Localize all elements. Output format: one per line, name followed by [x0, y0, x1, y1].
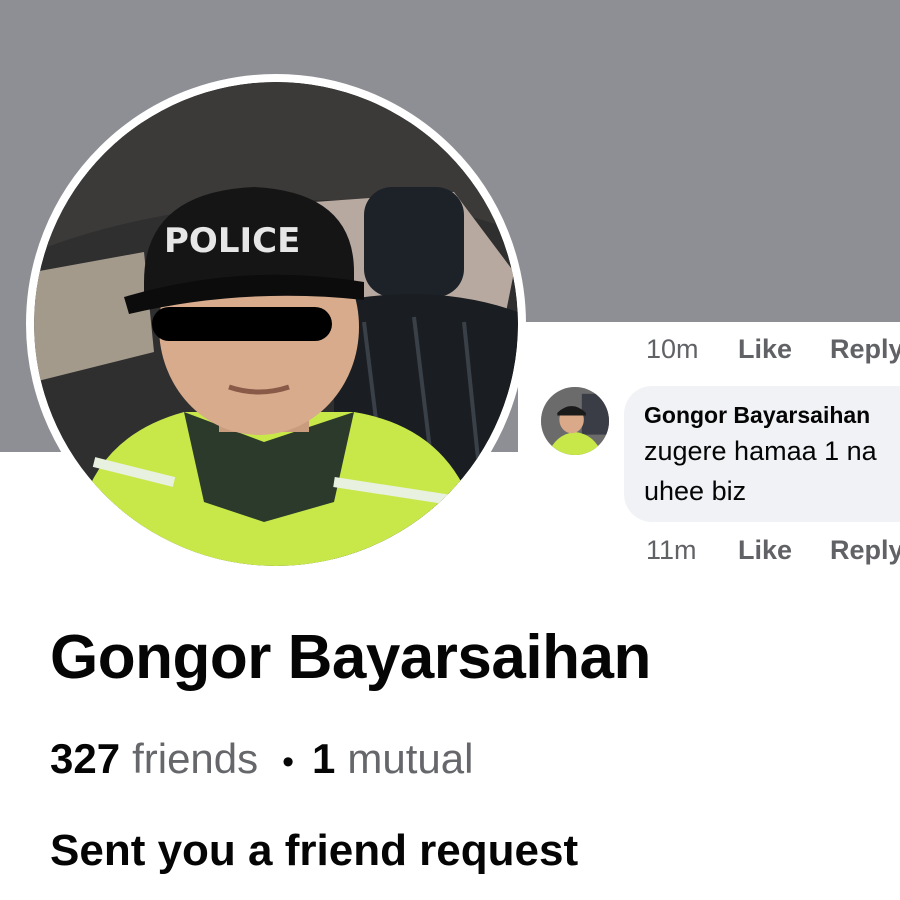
commenter-photo [541, 387, 609, 455]
cap-police-text: POLICE [164, 221, 300, 261]
like-link[interactable]: Like [738, 535, 792, 566]
stats-separator: • [282, 743, 295, 781]
comment-actions: 11m Like Reply [646, 533, 900, 567]
previous-comment-actions: 10m Like Reply [646, 332, 900, 366]
commenter-avatar[interactable] [541, 387, 609, 455]
like-link[interactable]: Like [738, 334, 792, 365]
comment-timestamp: 11m [646, 534, 697, 565]
reply-link[interactable]: Reply [830, 334, 900, 365]
profile-name[interactable]: Gongor Bayarsaihan [50, 622, 651, 693]
reply-link[interactable]: Reply [830, 535, 900, 566]
comment-bubble[interactable]: Gongor Bayarsaihan zugere hamaa 1 na uhe… [624, 386, 900, 522]
comment-author[interactable]: Gongor Bayarsaihan [644, 400, 900, 430]
comment-text-line-2: uhee biz [644, 476, 747, 506]
friend-request-status: Sent you a friend request [50, 826, 579, 875]
profile-photo: POLICE [34, 82, 518, 566]
profile-avatar[interactable]: POLICE [26, 74, 526, 574]
friends-count: 327 [50, 735, 121, 782]
mutual-count: 1 [312, 735, 336, 782]
friend-stats: 327 friends • 1 mutual [50, 735, 473, 783]
comment-timestamp: 10m [646, 333, 699, 364]
mutual-label[interactable]: mutual [347, 735, 473, 783]
comment-text-line-1: zugere hamaa 1 na [644, 436, 877, 466]
friends-label[interactable]: friends [132, 735, 258, 783]
